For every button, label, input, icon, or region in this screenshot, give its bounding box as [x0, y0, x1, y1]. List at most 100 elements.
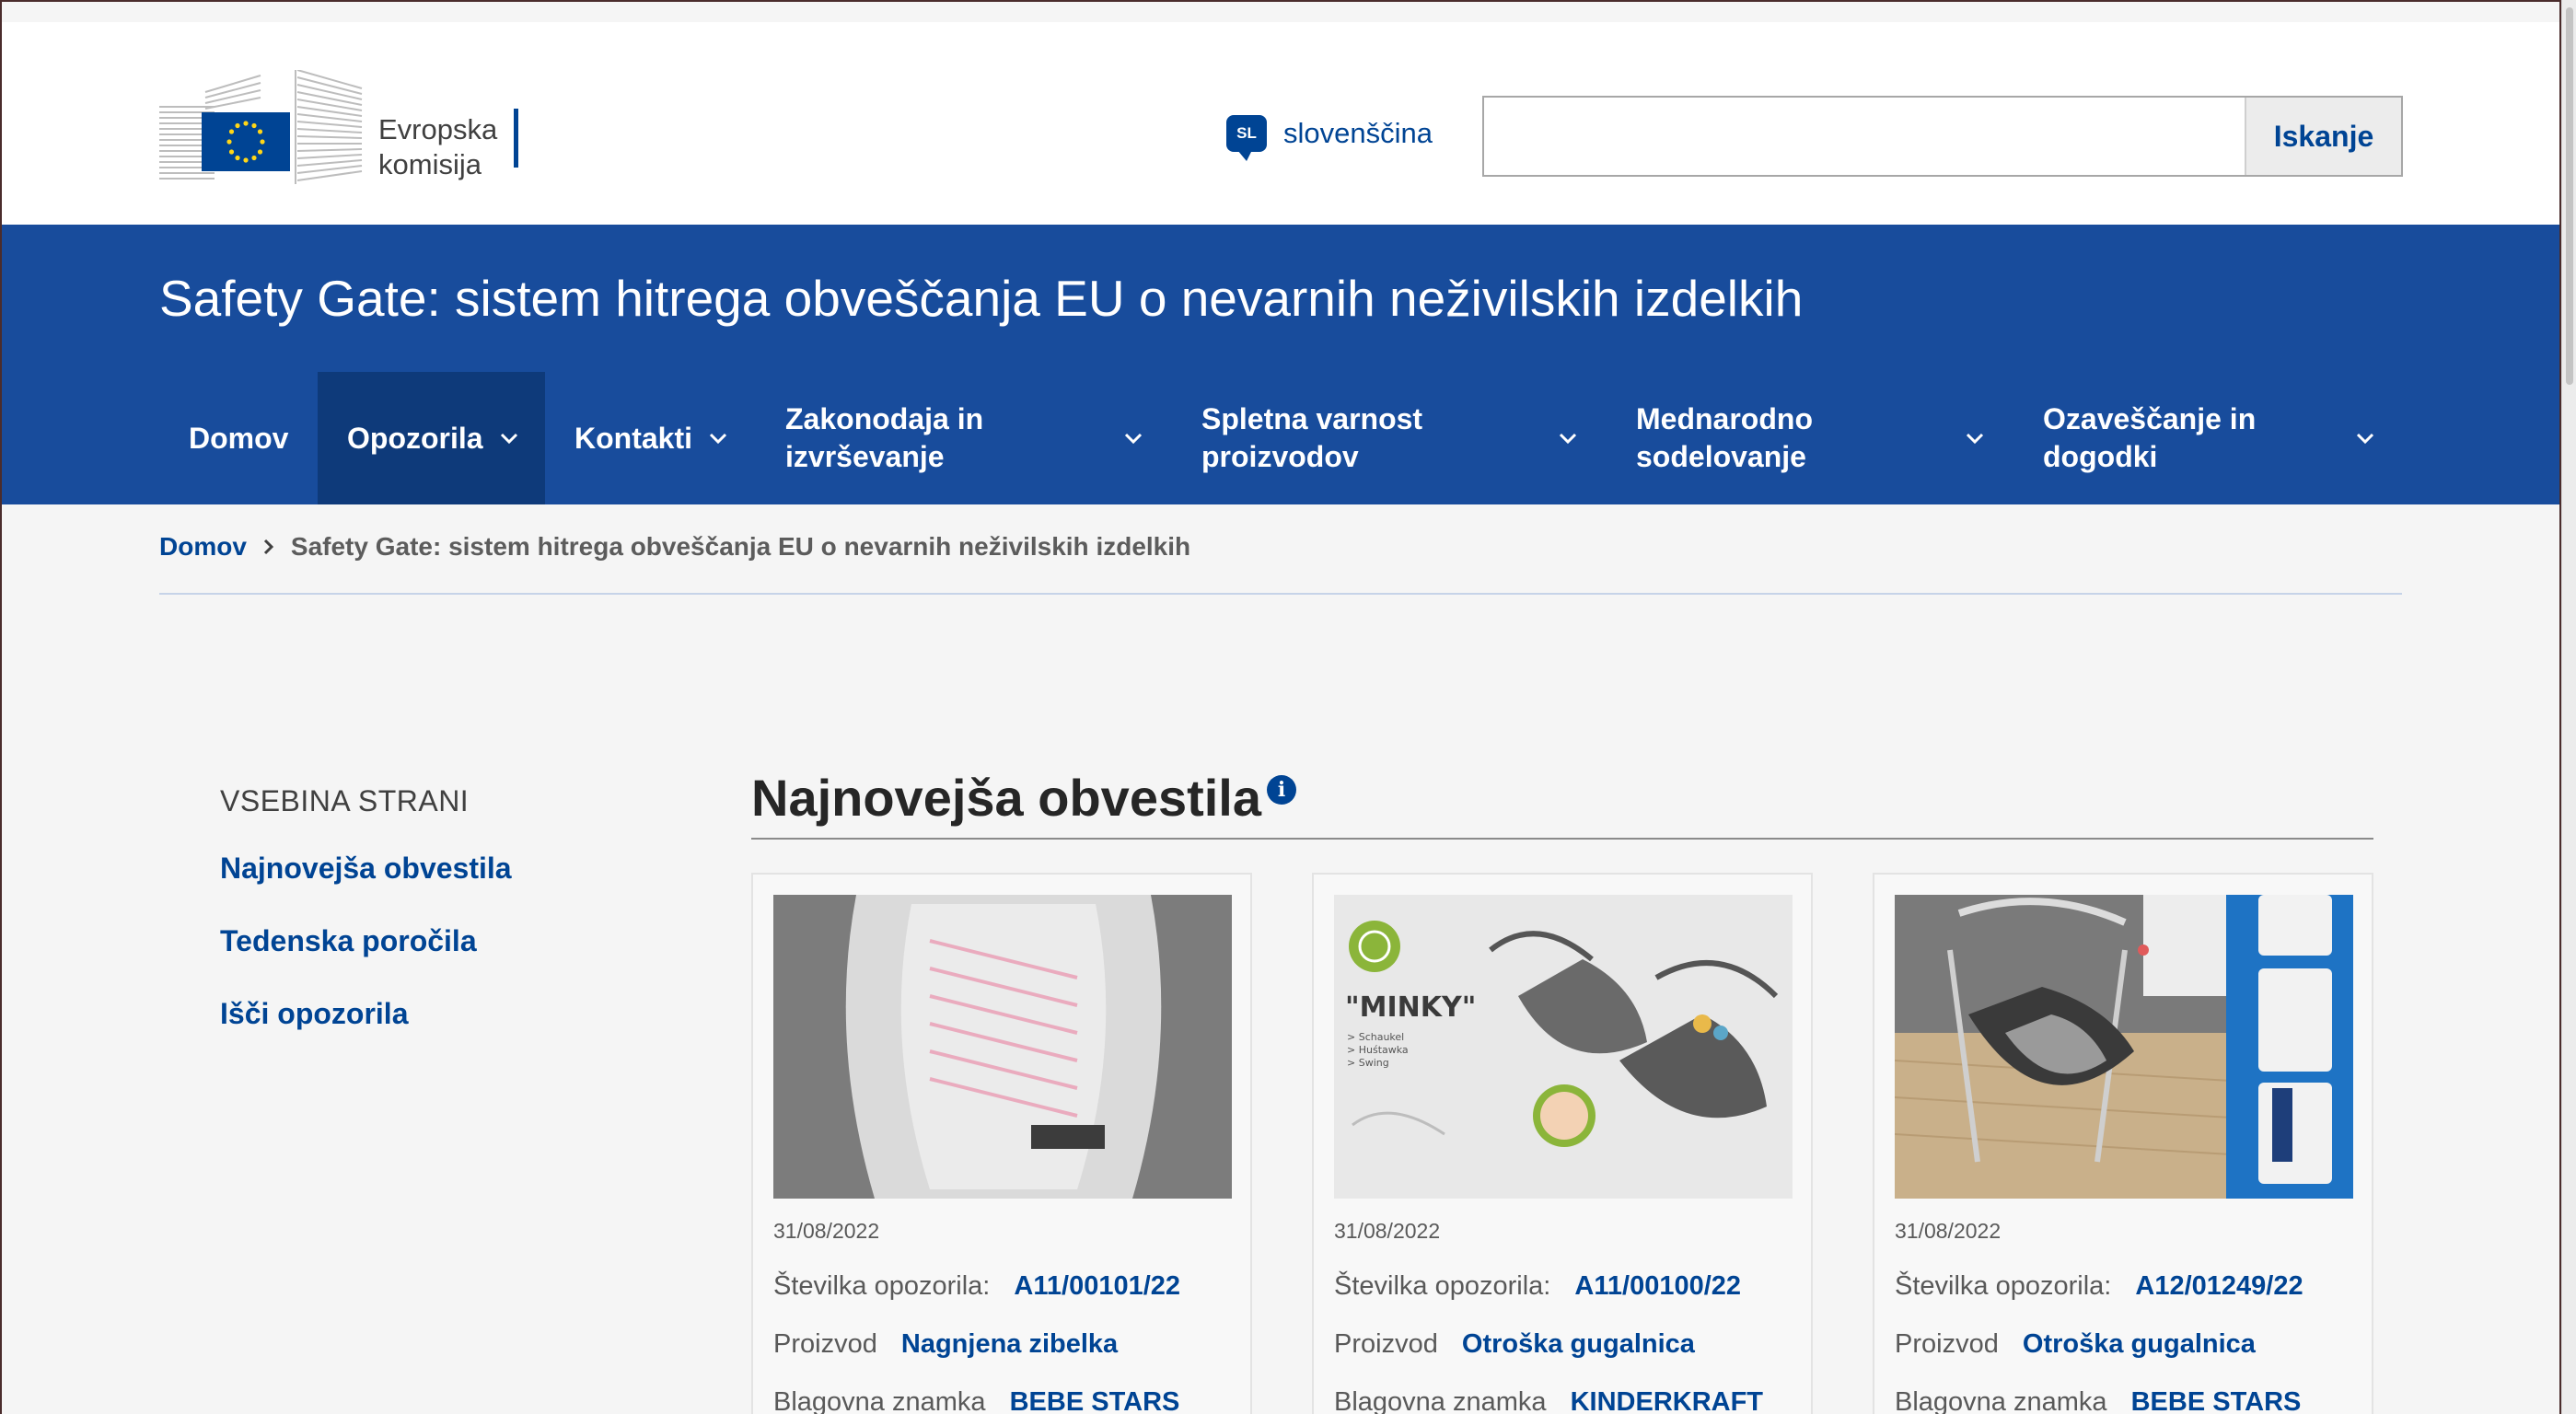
brand-value[interactable]: BEBE STARS	[2131, 1387, 2302, 1414]
nav-item-kontakti[interactable]: Kontakti	[545, 372, 756, 504]
nav-item-label: Zakonodaja in izvrševanje	[785, 400, 983, 476]
section-title-text: Najnovejša obvestila	[751, 769, 1262, 827]
breadcrumb-divider	[159, 593, 2402, 595]
site-banner: Safety Gate: sistem hitrega obveščanja E…	[2, 225, 2559, 504]
language-label: slovenščina	[1283, 117, 1433, 149]
nav-label-line-1: Ozaveščanje in	[2043, 402, 2257, 435]
brand-label: Blagovna znamka	[1334, 1387, 1547, 1414]
search-form: Iskanje	[1482, 96, 2403, 177]
alert-number-row: Številka opozorila: A12/01249/22	[1895, 1271, 2351, 1302]
chevron-down-icon	[1966, 432, 1984, 445]
nav-item-label: Domov	[189, 421, 289, 455]
brand-row: Blagovna znamka KINDERKRAFT	[1334, 1387, 1791, 1414]
vertical-scrollbar[interactable]	[2561, 0, 2576, 1414]
scrollbar-thumb[interactable]	[2566, 7, 2573, 385]
product-value[interactable]: Otroška gugalnica	[1462, 1329, 1695, 1359]
nav-item-opozorila[interactable]: Opozorila	[318, 372, 545, 504]
site-header: Evropska komisija SL slovenščina Iskanje	[2, 22, 2559, 225]
nav-item-ozavescanje[interactable]: Ozaveščanje in dogodki	[2013, 372, 2404, 504]
toc-link-tedenska[interactable]: Tedenska poročila	[220, 924, 512, 958]
language-selector[interactable]: SL slovenščina	[1226, 111, 1433, 161]
toc-link-najnovejsa[interactable]: Najnovejša obvestila	[220, 852, 512, 886]
main-navigation: Domov Opozorila Kontakti Zakonodaja in i…	[159, 372, 2404, 504]
product-image[interactable]	[1895, 895, 2353, 1199]
alert-card[interactable]: 31/08/2022 Številka opozorila: A11/00101…	[751, 873, 1252, 1414]
brand-value[interactable]: KINDERKRAFT	[1571, 1387, 1763, 1414]
baby-swing-photo	[1895, 895, 2353, 1199]
search-button[interactable]: Iskanje	[2245, 98, 2401, 175]
alert-card[interactable]: "MINKY" > Schaukel > Huśtawka > Swing 31…	[1312, 873, 1813, 1414]
alert-number-label: Številka opozorila:	[773, 1271, 991, 1301]
nav-item-zakonodaja[interactable]: Zakonodaja in izvrševanje	[756, 372, 1172, 504]
product-label: Proizvod	[773, 1329, 877, 1359]
nav-item-label: Spletna varnost proizvodov	[1201, 400, 1422, 476]
product-label: Proizvod	[1895, 1329, 1999, 1359]
browser-viewport: Evropska komisija SL slovenščina Iskanje…	[2, 2, 2559, 1414]
product-image[interactable]: "MINKY" > Schaukel > Huśtawka > Swing	[1334, 895, 1793, 1199]
reclined-cradle-photo	[773, 895, 1232, 1199]
search-input[interactable]	[1484, 98, 2245, 175]
european-commission-logo[interactable]: Evropska komisija	[159, 69, 528, 197]
alert-card[interactable]: 31/08/2022 Številka opozorila: A12/01249…	[1873, 873, 2373, 1414]
alert-date: 31/08/2022	[773, 1219, 880, 1243]
chevron-down-icon	[709, 432, 727, 445]
brand-row: Blagovna znamka BEBE STARS	[773, 1387, 1230, 1414]
alert-number-row: Številka opozorila: A11/00100/22	[1334, 1271, 1791, 1302]
box-title: "MINKY"	[1345, 991, 1476, 1024]
logo-line-2: komisija	[378, 148, 482, 180]
section-divider	[751, 838, 2373, 840]
language-code: SL	[1236, 124, 1257, 142]
brand-label: Blagovna znamka	[773, 1387, 986, 1414]
nav-label-line-2: dogodki	[2043, 440, 2158, 473]
breadcrumb: Domov Safety Gate: sistem hitrega obvešč…	[159, 532, 1190, 562]
brand-value[interactable]: BEBE STARS	[1010, 1387, 1180, 1414]
nav-item-label: Opozorila	[347, 421, 483, 455]
chevron-down-icon	[1559, 432, 1577, 445]
box-line-3: > Swing	[1347, 1057, 1389, 1069]
logo-line-1: Evropska	[378, 113, 498, 145]
nav-item-mednarodno[interactable]: Mednarodno sodelovanje	[1607, 372, 2013, 504]
logo-divider	[514, 109, 518, 168]
nav-label-line-1: Spletna varnost	[1201, 402, 1423, 435]
product-image[interactable]	[773, 895, 1232, 1199]
box-line-2: > Huśtawka	[1347, 1044, 1409, 1056]
alert-number-row: Številka opozorila: A11/00101/22	[773, 1271, 1230, 1302]
product-value[interactable]: Otroška gugalnica	[2023, 1329, 2256, 1359]
brand-label: Blagovna znamka	[1895, 1387, 2107, 1414]
breadcrumb-home-link[interactable]: Domov	[159, 532, 247, 562]
alert-number-label: Številka opozorila:	[1334, 1271, 1551, 1301]
chevron-down-icon	[2356, 432, 2374, 445]
language-speech-icon: SL	[1226, 115, 1267, 161]
alert-number-link[interactable]: A11/00100/22	[1574, 1271, 1741, 1301]
baby-swing-box-photo: "MINKY" > Schaukel > Huśtawka > Swing	[1334, 895, 1793, 1199]
product-row: Proizvod Nagnjena zibelka	[773, 1329, 1230, 1360]
section-heading: Najnovejša obvestila i	[751, 768, 1297, 828]
alert-number-link[interactable]: A12/01249/22	[2135, 1271, 2303, 1301]
nav-item-domov[interactable]: Domov	[159, 372, 318, 504]
site-title[interactable]: Safety Gate: sistem hitrega obveščanja E…	[159, 269, 1803, 328]
chevron-down-icon	[500, 432, 518, 445]
alert-number-link[interactable]: A11/00101/22	[1014, 1271, 1180, 1301]
chevron-right-icon	[263, 532, 274, 562]
alert-date: 31/08/2022	[1334, 1219, 1441, 1243]
product-row: Proizvod Otroška gugalnica	[1895, 1329, 2351, 1360]
nav-label-line-2: proizvodov	[1201, 440, 1359, 473]
product-row: Proizvod Otroška gugalnica	[1334, 1329, 1791, 1360]
page-contents-title: VSEBINA STRANI	[220, 784, 470, 817]
logo-text: Evropska komisija	[378, 112, 497, 182]
nav-label-line-2: sodelovanje	[1636, 440, 1806, 473]
brand-row: Blagovna znamka BEBE STARS	[1895, 1387, 2351, 1414]
page-contents-nav: VSEBINA STRANI Najnovejša obvestila Tede…	[220, 784, 512, 1070]
alert-number-label: Številka opozorila:	[1895, 1271, 2112, 1301]
ec-building-icon	[159, 69, 363, 184]
nav-item-label: Kontakti	[574, 421, 692, 455]
product-value[interactable]: Nagnjena zibelka	[901, 1329, 1118, 1359]
box-line-1: > Schaukel	[1347, 1031, 1404, 1043]
nav-item-label: Ozaveščanje in dogodki	[2043, 400, 2256, 476]
nav-item-spletna-varnost[interactable]: Spletna varnost proizvodov	[1172, 372, 1607, 504]
info-icon[interactable]: i	[1267, 775, 1297, 805]
nav-item-label: Mednarodno sodelovanje	[1636, 400, 1813, 476]
nav-label-line-1: Mednarodno	[1636, 402, 1813, 435]
product-label: Proizvod	[1334, 1329, 1438, 1359]
toc-link-isci[interactable]: Išči opozorila	[220, 997, 512, 1031]
